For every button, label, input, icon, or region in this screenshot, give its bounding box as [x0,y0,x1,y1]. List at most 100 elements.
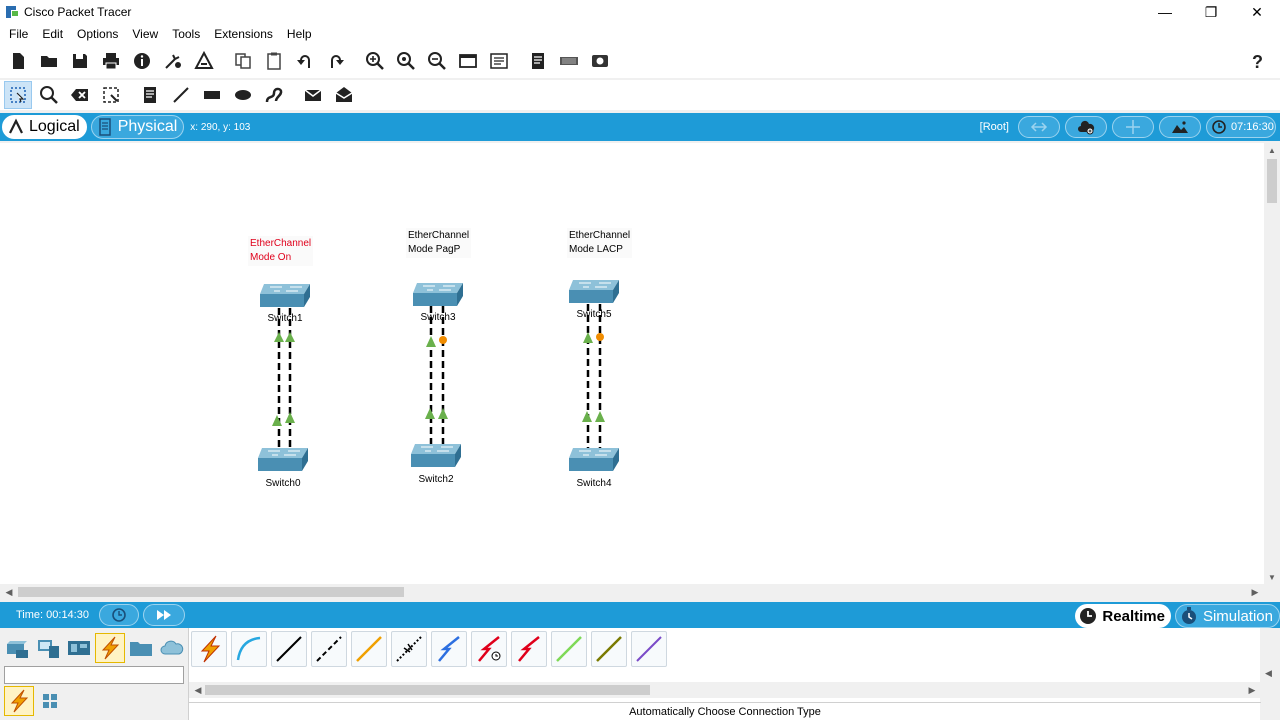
cable-phone[interactable] [391,631,427,667]
canvas-horizontal-scrollbar[interactable]: ◀ ▶ [0,584,1264,600]
link-switch1-switch0[interactable] [272,308,295,449]
cable-list-scrollbar[interactable]: ◀ ▶ [189,682,1261,698]
scroll-left-icon[interactable]: ◀ [2,584,16,600]
logical-workspace-canvas[interactable]: EtherChannel Mode On EtherChannel Mode P… [0,143,1264,584]
print-button[interactable] [97,47,125,75]
note-mode-lacp[interactable]: EtherChannel Mode LACP [567,228,633,258]
note-mode-pagp[interactable]: EtherChannel Mode PagP [406,228,472,258]
cable-copper-straight[interactable] [271,631,307,667]
add-simple-pdu-button[interactable] [299,81,327,109]
zoom-reset-button[interactable] [392,47,420,75]
switch0-label[interactable]: Switch0 [253,478,313,489]
category-end-devices[interactable] [33,633,63,663]
select-button[interactable] [4,81,32,109]
network-wizard-button[interactable] [159,47,187,75]
menu-tools[interactable]: Tools [165,24,207,44]
cable-serial-dce[interactable] [471,631,507,667]
move-object-button[interactable] [1112,116,1154,138]
maximize-button[interactable]: ❐ [1188,0,1234,24]
save-button[interactable] [66,47,94,75]
cable-serial-dte[interactable] [511,631,547,667]
switch0-device[interactable] [258,448,308,471]
category-miscellaneous[interactable] [126,633,156,663]
menu-options[interactable]: Options [70,24,125,44]
switch3-device[interactable] [413,283,463,306]
root-label[interactable]: [Root] [980,121,1009,133]
tab-logical[interactable]: Logical [2,115,87,139]
draw-ellipse-button[interactable] [229,81,257,109]
cable-console[interactable] [231,631,267,667]
freeform-button[interactable] [260,81,288,109]
switch2-label[interactable]: Switch2 [406,474,466,485]
notes-button[interactable] [524,47,552,75]
activity-wizard-button[interactable] [190,47,218,75]
info-button[interactable] [128,47,156,75]
screenshot-button[interactable] [586,47,614,75]
cable-copper-cross[interactable] [311,631,347,667]
scroll-thumb[interactable] [18,587,404,597]
zoom-in-button[interactable] [361,47,389,75]
paste-button[interactable] [260,47,288,75]
cable-octal[interactable] [551,631,587,667]
switch3-label[interactable]: Switch3 [408,312,468,323]
place-note-button[interactable] [136,81,164,109]
power-cycle-button[interactable] [98,604,139,626]
new-cluster-button[interactable] [1065,116,1107,138]
delete-button[interactable] [66,81,94,109]
switch1-label[interactable]: Switch1 [255,313,315,324]
category-multiuser[interactable] [157,633,187,663]
viewport-button[interactable] [555,47,583,75]
scroll-right-icon[interactable]: ▶ [1245,682,1259,698]
menu-extensions[interactable]: Extensions [207,24,280,44]
device-search-input[interactable] [4,666,184,684]
menu-view[interactable]: View [125,24,165,44]
cable-fiber[interactable] [351,631,387,667]
category-network-devices[interactable] [2,633,32,663]
tab-physical[interactable]: Physical [90,115,185,139]
scroll-down-icon[interactable]: ▼ [1264,570,1280,584]
subcategory-connections[interactable] [4,686,34,716]
cable-automatic[interactable] [191,631,227,667]
custom-devices-button[interactable] [485,47,513,75]
switch5-label[interactable]: Switch5 [564,309,624,320]
subcategory-structured-cabling[interactable] [35,686,65,716]
menu-edit[interactable]: Edit [35,24,70,44]
switch1-device[interactable] [260,284,310,307]
scroll-right-icon[interactable]: ▶ [1248,584,1262,600]
canvas-vertical-scrollbar[interactable]: ▲ ▼ [1264,143,1280,584]
add-complex-pdu-button[interactable] [330,81,358,109]
viewport-clock[interactable]: 07:16:30 [1206,116,1276,138]
navigation-button[interactable] [1018,116,1060,138]
new-file-button[interactable] [4,47,32,75]
cable-iot[interactable] [591,631,627,667]
scroll-up-icon[interactable]: ▲ [1264,143,1280,157]
minimize-button[interactable]: — [1142,0,1188,24]
close-button[interactable]: ✕ [1234,0,1280,24]
scroll-thumb[interactable] [1267,159,1277,203]
switch5-device[interactable] [569,280,619,303]
switch4-device[interactable] [569,448,619,471]
switch4-label[interactable]: Switch4 [564,478,624,489]
drawing-palette-button[interactable] [454,47,482,75]
panel-side-scrollbar[interactable]: ◀ [1262,628,1280,720]
switch2-device[interactable] [411,444,461,467]
inspect-button[interactable] [35,81,63,109]
link-switch3-switch2[interactable] [425,306,448,445]
scroll-left-icon[interactable]: ◀ [191,682,205,698]
open-button[interactable] [35,47,63,75]
link-switch5-switch4[interactable] [582,304,605,449]
menu-help[interactable]: Help [280,24,319,44]
set-background-button[interactable] [1159,116,1201,138]
cable-usb[interactable] [631,631,667,667]
simulation-mode-button[interactable]: Simulation [1174,604,1280,628]
scroll-left-icon[interactable]: ◀ [1265,668,1272,679]
realtime-mode-button[interactable]: Realtime [1075,604,1171,628]
draw-rectangle-button[interactable] [198,81,226,109]
menu-file[interactable]: File [2,24,35,44]
category-components[interactable] [64,633,94,663]
redo-button[interactable] [322,47,350,75]
help-button[interactable]: ? [1243,47,1271,75]
cable-coaxial[interactable] [431,631,467,667]
fast-forward-button[interactable] [142,604,185,626]
resize-button[interactable] [97,81,125,109]
